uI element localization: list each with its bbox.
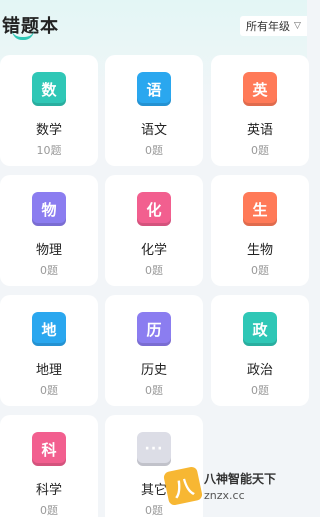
subject-card-chemistry[interactable]: 化 化学 0题: [105, 175, 203, 286]
politics-icon: 政: [243, 312, 277, 346]
watermark-logo-icon: 八: [162, 465, 204, 507]
subject-card-chinese[interactable]: 语 语文 0题: [105, 55, 203, 166]
subject-name: 物理: [35, 243, 62, 258]
grade-filter-select[interactable]: 所有年级 ▽: [240, 16, 307, 36]
question-count: 0题: [251, 264, 269, 277]
question-count: 0题: [251, 384, 269, 397]
question-count: 0题: [40, 264, 58, 277]
subject-card-politics[interactable]: 政 政治 0题: [211, 295, 309, 406]
geography-icon: 地: [32, 312, 66, 346]
more-icon: ···: [137, 432, 171, 466]
subject-card-math[interactable]: 数 数学 10题: [0, 55, 98, 166]
question-count: 0题: [40, 504, 58, 517]
science-icon: 科: [32, 432, 66, 466]
subject-name: 语文: [140, 123, 167, 138]
subject-name: 政治: [246, 363, 273, 378]
subject-name: 生物: [246, 243, 273, 258]
subject-name: 地理: [35, 363, 62, 378]
watermark-text: 八神智能天下 znzx.cc: [204, 470, 276, 502]
subject-name: 科学: [35, 483, 62, 498]
wrong-questions-page: 错题本 所有年级 ▽ 数 数学 10题 语 语文 0题 英 英语 0题 物 物理…: [0, 0, 309, 517]
header: 错题本 所有年级 ▽: [0, 0, 307, 48]
question-count: 0题: [40, 384, 58, 397]
watermark-title: 八神智能天下: [204, 472, 277, 486]
physics-icon: 物: [32, 192, 66, 226]
chinese-icon: 语: [137, 72, 171, 106]
subject-name: 数学: [35, 123, 62, 138]
chemistry-icon: 化: [137, 192, 171, 226]
subject-name: 英语: [246, 123, 273, 138]
subject-name: 化学: [140, 243, 167, 258]
subject-card-physics[interactable]: 物 物理 0题: [0, 175, 98, 286]
question-count: 0题: [145, 504, 163, 517]
subject-card-history[interactable]: 历 历史 0题: [105, 295, 203, 406]
math-icon: 数: [32, 72, 66, 106]
chevron-down-icon: ▽: [294, 21, 301, 31]
subject-card-biology[interactable]: 生 生物 0题: [211, 175, 309, 286]
question-count: 0题: [145, 144, 163, 157]
english-icon: 英: [243, 72, 277, 106]
site-watermark: 八 八神智能天下 znzx.cc: [162, 465, 307, 507]
grade-filter-label: 所有年级: [246, 20, 290, 33]
watermark-url: znzx.cc: [204, 489, 245, 502]
subject-card-science[interactable]: 科 科学 0题: [0, 415, 98, 517]
subject-card-geography[interactable]: 地 地理 0题: [0, 295, 98, 406]
history-icon: 历: [137, 312, 171, 346]
subject-card-english[interactable]: 英 英语 0题: [211, 55, 309, 166]
subject-name: 其它: [140, 483, 167, 498]
question-count: 0题: [251, 144, 269, 157]
question-count: 10题: [36, 144, 62, 157]
question-count: 0题: [145, 384, 163, 397]
biology-icon: 生: [243, 192, 277, 226]
question-count: 0题: [145, 264, 163, 277]
subject-name: 历史: [140, 363, 167, 378]
title-underline: [12, 30, 34, 40]
